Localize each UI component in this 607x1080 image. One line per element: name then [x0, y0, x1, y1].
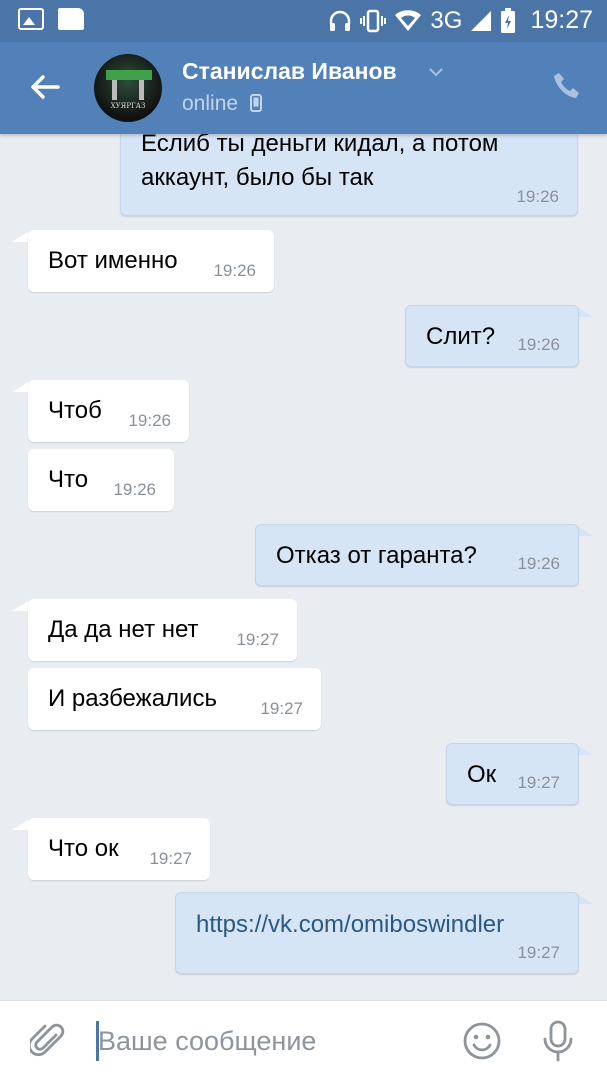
message-outgoing[interactable]: https://vk.com/omiboswindler 19:27 [175, 892, 579, 974]
message-text: Отказ от гаранта? [276, 542, 477, 569]
smile-icon[interactable] [462, 1021, 502, 1061]
status-bar: 3G 19:27 [0, 0, 607, 42]
wifi-icon [395, 9, 422, 31]
message-time: 19:27 [149, 849, 192, 868]
headphones-icon [330, 10, 351, 31]
online-status-text: online [182, 92, 239, 115]
message-outgoing[interactable]: Ок 19:27 [446, 743, 579, 805]
message-list: Еслиб ты деньги кидал, а потом аккаунт, … [0, 134, 607, 1000]
back-arrow-icon[interactable] [28, 70, 62, 104]
message-composer [0, 1000, 607, 1080]
battery-charging-icon [501, 7, 516, 33]
contact-name[interactable]: Станислав Иванов [182, 58, 397, 85]
message-time: 19:26 [128, 411, 171, 430]
message-time: 19:27 [517, 773, 560, 792]
message-incoming[interactable]: И разбежались 19:27 [28, 668, 321, 730]
message-input[interactable] [98, 1021, 438, 1061]
message-text: Да да нет нет [48, 616, 199, 643]
message-outgoing[interactable]: Слит? 19:26 [405, 305, 579, 367]
online-status: online [182, 92, 262, 116]
message-time: 19:26 [517, 335, 560, 354]
message-text: Слит? [426, 323, 496, 350]
message-time: 19:26 [213, 261, 256, 280]
message-text: И разбежались [48, 685, 217, 712]
message-incoming[interactable]: Вот именно 19:26 [28, 230, 274, 292]
message-time: 19:26 [516, 187, 559, 206]
paperclip-icon[interactable] [30, 1021, 66, 1061]
message-incoming[interactable]: Да да нет нет 19:27 [28, 599, 297, 661]
mobile-icon [249, 94, 262, 112]
phone-icon[interactable] [551, 70, 583, 102]
message-incoming[interactable]: Что 19:26 [28, 449, 174, 511]
message-text: Вот именно [48, 247, 178, 274]
message-outgoing[interactable]: Еслиб ты деньги кидал, а потом аккаунт, … [120, 134, 578, 216]
document-icon [58, 8, 84, 30]
microphone-icon[interactable] [540, 1019, 576, 1063]
avatar[interactable]: ХУЯРГАЗ [94, 54, 162, 122]
signal-icon [471, 10, 492, 31]
message-outgoing[interactable]: Отказ от гаранта? 19:26 [255, 524, 579, 586]
message-time: 19:27 [260, 699, 303, 718]
message-text: Что [48, 466, 89, 493]
message-text: Что ок [48, 835, 119, 862]
chevron-down-icon[interactable] [428, 64, 444, 80]
status-time: 19:27 [530, 6, 593, 34]
message-incoming[interactable]: Что ок 19:27 [28, 818, 210, 880]
message-time: 19:26 [113, 480, 156, 499]
message-incoming[interactable]: Чтоб 19:26 [28, 380, 189, 442]
vibrate-icon [360, 9, 387, 32]
message-time: 19:27 [236, 630, 279, 649]
message-text: Чтоб [48, 397, 102, 424]
conversation-header: ХУЯРГАЗ Станислав Иванов online [0, 42, 607, 134]
network-type: 3G [430, 6, 463, 34]
message-time: 19:26 [517, 554, 560, 573]
image-icon [18, 8, 44, 30]
message-text: Еслиб ты деньги кидал, а потом аккаунт, … [141, 134, 499, 191]
message-link[interactable]: https://vk.com/omiboswindler [196, 911, 504, 939]
message-text: Ок [467, 761, 497, 788]
message-time: 19:27 [517, 943, 560, 962]
